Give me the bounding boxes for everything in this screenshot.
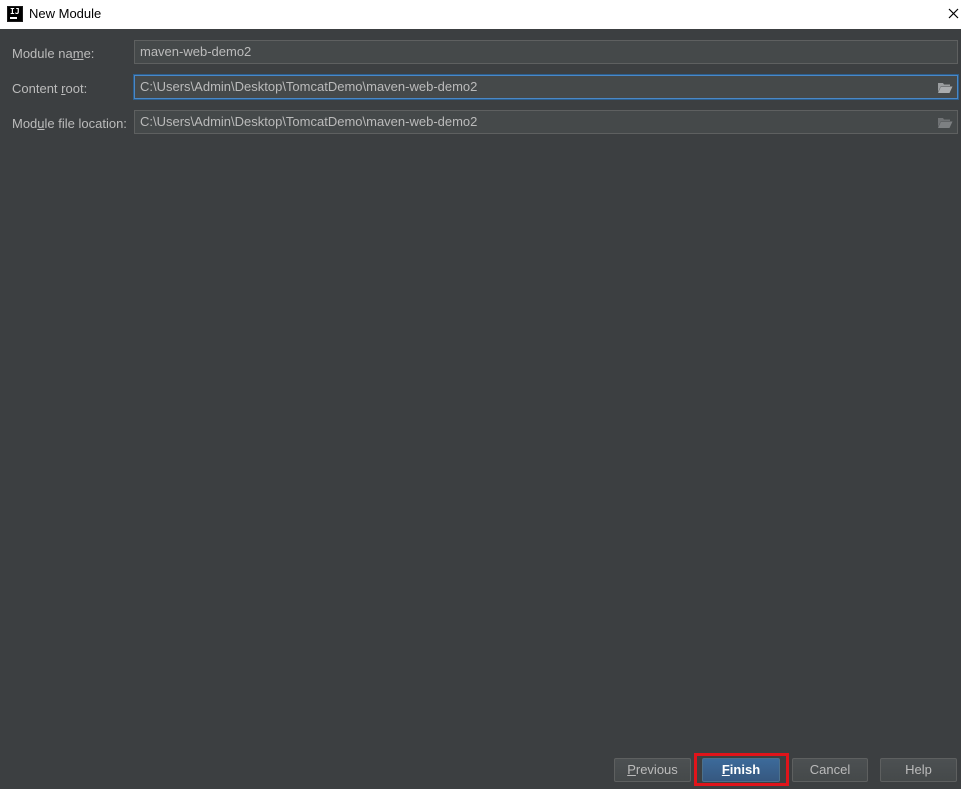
intellij-app-icon: IJ bbox=[7, 6, 23, 22]
module-file-location-value: C:\Users\Admin\Desktop\TomcatDemo\maven-… bbox=[140, 114, 478, 129]
module-file-location-row: Module file location: C:\Users\Admin\Des… bbox=[0, 109, 961, 135]
content-root-input[interactable]: C:\Users\Admin\Desktop\TomcatDemo\maven-… bbox=[134, 75, 958, 99]
module-name-value: maven-web-demo2 bbox=[140, 44, 252, 59]
module-file-location-input[interactable]: C:\Users\Admin\Desktop\TomcatDemo\maven-… bbox=[134, 110, 958, 134]
folder-open-icon[interactable] bbox=[937, 116, 953, 129]
module-name-label: Module name: bbox=[12, 46, 95, 61]
previous-button[interactable]: Previous bbox=[614, 758, 691, 782]
module-name-row: Module name: maven-web-demo2 bbox=[0, 39, 961, 65]
content-root-value: C:\Users\Admin\Desktop\TomcatDemo\maven-… bbox=[140, 79, 478, 94]
close-button[interactable] bbox=[944, 4, 961, 24]
content-root-label: Content root: bbox=[12, 81, 88, 96]
folder-open-icon[interactable] bbox=[937, 81, 953, 94]
app-icon-letters: IJ bbox=[10, 7, 20, 16]
help-button[interactable]: Help bbox=[880, 758, 957, 782]
content-root-row: Content root: C:\Users\Admin\Desktop\Tom… bbox=[0, 74, 961, 100]
cancel-button[interactable]: Cancel bbox=[792, 758, 868, 782]
close-icon[interactable] bbox=[944, 4, 961, 24]
title-bar: IJ New Module bbox=[0, 0, 961, 29]
window-title: New Module bbox=[29, 6, 102, 21]
module-name-input[interactable]: maven-web-demo2 bbox=[134, 40, 958, 64]
module-file-location-label: Module file location: bbox=[12, 116, 127, 131]
finish-button[interactable]: Finish bbox=[702, 758, 780, 782]
